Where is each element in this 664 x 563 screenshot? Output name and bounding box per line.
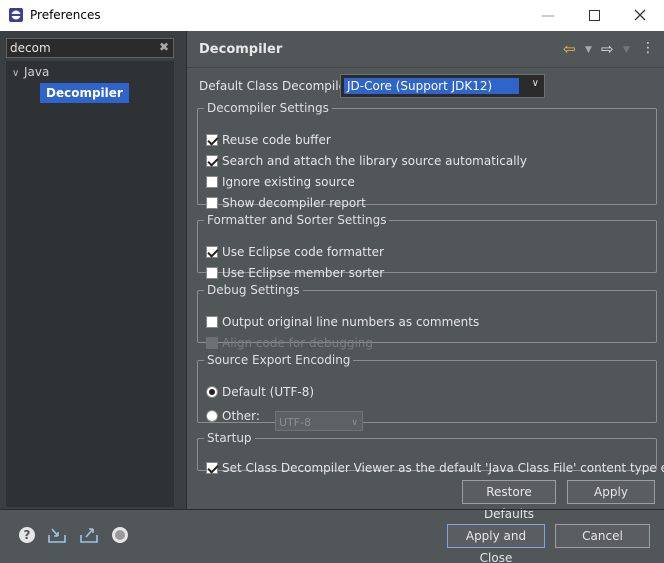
tree-item-label: Java [24, 65, 50, 79]
chevron-down-icon[interactable]: ∨ [12, 68, 24, 79]
option-label: Output original line numbers as comments [222, 315, 480, 329]
reuse-code-buffer-checkbox[interactable] [206, 134, 218, 146]
window-title: Preferences [30, 8, 101, 22]
auto-attach-source-checkbox[interactable] [206, 155, 218, 167]
chevron-down-icon: ∨ [531, 78, 539, 89]
default-decompiler-select[interactable]: JD-Core (Support JDK12) ∨ [340, 74, 545, 98]
decompiler-settings-group: Decompiler Settings Reuse code buffer Se… [197, 101, 657, 210]
debug-settings-group: Debug Settings Output original line numb… [197, 283, 657, 350]
default-editor-checkbox[interactable] [206, 462, 218, 474]
option-label: Show decompiler report [222, 196, 366, 210]
other-encoding-select: UTF-8 ∨ [275, 411, 363, 431]
group-title: Debug Settings [207, 283, 300, 297]
option-label: Set Class Decompiler Viewer as the defau… [222, 461, 664, 475]
preference-tree: ∨ Java Decompiler [6, 61, 174, 507]
ignore-existing-source-checkbox[interactable] [206, 176, 218, 188]
filter-input[interactable] [10, 40, 150, 56]
forward-arrow-icon[interactable]: ⇨ [601, 40, 614, 58]
group-title: Source Export Encoding [207, 353, 351, 367]
preference-page: Decompiler ⇦ ▼ ⇨ ▼ ⋮ Default Class Decom… [187, 31, 664, 521]
group-title: Startup [207, 431, 252, 445]
page-title: Decompiler [199, 42, 283, 57]
option-label: Reuse code buffer [222, 133, 331, 147]
other-encoding-value: UTF-8 [279, 416, 312, 429]
header-divider [187, 67, 664, 68]
page-header: Decompiler ⇦ ▼ ⇨ ▼ ⋮ [187, 31, 664, 67]
default-editor-option[interactable]: Set Class Decompiler Viewer as the defau… [206, 459, 664, 477]
close-button[interactable] [620, 4, 660, 28]
show-decompiler-report-option[interactable]: Show decompiler report [206, 194, 366, 212]
preferences-navigation: ✖ ∨Java Decompiler [0, 31, 186, 509]
apply-button[interactable]: Apply [567, 480, 655, 504]
footer-divider [0, 509, 664, 510]
option-label: Search and attach the library source aut… [222, 154, 527, 168]
back-dropdown-icon[interactable]: ▼ [585, 45, 592, 55]
maximize-icon [588, 10, 600, 21]
eclipse-sorter-checkbox[interactable] [206, 267, 218, 279]
chevron-down-icon: ∨ [351, 418, 358, 428]
formatter-settings-group: Formatter and Sorter Settings Use Eclips… [197, 213, 657, 280]
export-icon[interactable] [79, 525, 99, 545]
group-title: Decompiler Settings [207, 101, 329, 115]
tree-item-decompiler[interactable]: Decompiler [40, 83, 129, 103]
ignore-existing-source-option[interactable]: Ignore existing source [206, 173, 355, 191]
default-encoding-option[interactable]: Default (UTF-8) [206, 383, 314, 401]
default-decompiler-value: JD-Core (Support JDK12) [344, 78, 519, 94]
reuse-code-buffer-option[interactable]: Reuse code buffer [206, 131, 331, 149]
eclipse-app-icon [9, 8, 23, 22]
line-numbers-option[interactable]: Output original line numbers as comments [206, 313, 479, 331]
eclipse-sorter-option[interactable]: Use Eclipse member sorter [206, 264, 384, 282]
other-encoding-radio[interactable] [206, 410, 218, 422]
group-title: Formatter and Sorter Settings [207, 213, 387, 227]
option-label: Use Eclipse member sorter [222, 266, 385, 280]
filter-box: ✖ [6, 38, 174, 58]
close-icon [634, 9, 646, 21]
align-code-option: Align code for debugging [206, 334, 373, 352]
view-menu-icon[interactable]: ⋮ [641, 40, 655, 56]
tree-item-java[interactable]: ∨ Java [12, 65, 49, 79]
startup-group: Startup Set Class Decompiler Viewer as t… [197, 431, 664, 475]
record-icon[interactable] [110, 525, 130, 545]
maximize-button[interactable] [574, 4, 614, 28]
option-label: Use Eclipse code formatter [222, 245, 384, 259]
default-encoding-radio[interactable] [206, 386, 218, 398]
restore-defaults-button[interactable]: Restore Defaults [462, 480, 556, 521]
help-icon[interactable]: ? [17, 525, 37, 545]
option-label: Align code for debugging [222, 336, 373, 350]
forward-dropdown-icon[interactable]: ▼ [623, 45, 630, 55]
option-label: Default (UTF-8) [222, 385, 315, 399]
eclipse-formatter-option[interactable]: Use Eclipse code formatter [206, 243, 384, 261]
svg-text:?: ? [24, 528, 31, 542]
title-bar: Preferences — [0, 0, 664, 31]
source-encoding-group: Source Export Encoding Default (UTF-8) O… [197, 353, 657, 431]
eclipse-formatter-checkbox[interactable] [206, 246, 218, 258]
line-numbers-checkbox[interactable] [206, 316, 218, 328]
default-decompiler-label: Default Class Decompiler: [199, 79, 355, 93]
cancel-button[interactable]: Cancel [555, 524, 650, 548]
minimize-button[interactable]: — [528, 4, 568, 28]
show-decompiler-report-checkbox[interactable] [206, 197, 218, 209]
option-label: Ignore existing source [222, 175, 355, 189]
auto-attach-source-option[interactable]: Search and attach the library source aut… [206, 152, 527, 170]
clear-filter-icon[interactable]: ✖ [159, 40, 169, 54]
align-code-checkbox [206, 337, 218, 349]
option-label: Other: [222, 409, 260, 423]
back-arrow-icon[interactable]: ⇦ [563, 40, 576, 58]
other-encoding-option[interactable]: Other: UTF-8 ∨ [206, 407, 376, 431]
import-icon[interactable] [47, 525, 67, 545]
apply-and-close-button[interactable]: Apply and Close [447, 524, 545, 563]
